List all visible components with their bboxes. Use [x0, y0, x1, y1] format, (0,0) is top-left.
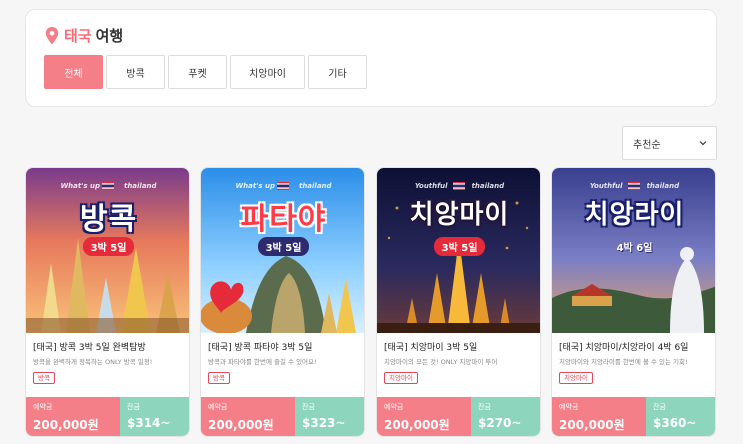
deposit: 예약금 200,000원: [377, 397, 471, 436]
tab-bangkok[interactable]: 방콕: [106, 55, 165, 89]
region-tag: 치앙마이: [384, 372, 418, 384]
product-desc: 치앙마이의 모든 것! ONLY 치앙마이 투어: [384, 358, 498, 366]
product-name[interactable]: [태국] 방콕 3박 5일 완벽탐방: [33, 340, 146, 353]
country-name: 태국: [64, 27, 92, 45]
product-name[interactable]: [태국] 치앙마이 3박 5일: [384, 340, 477, 353]
thailand-flag-icon: [453, 182, 465, 190]
thumb-title: 방콕: [79, 202, 138, 237]
thumb-duration-badge: 3박 5일: [377, 236, 540, 256]
thailand-flag-icon: [628, 182, 640, 190]
product-thumbnail[interactable]: What's up thailand 방콕 3박 5일: [26, 168, 189, 333]
product-thumbnail[interactable]: Youthful thailand 치앙라이 4박 6일: [552, 168, 715, 333]
region-tag: 방콕: [208, 372, 230, 384]
map-pin-icon: [45, 26, 59, 44]
product-card[interactable]: What's up thailand 방콕 3박 5일 [태국] 방콕 3박 5일…: [25, 167, 190, 437]
sort-selected: 추천순: [633, 139, 661, 151]
product-card[interactable]: What's up thailand 파타야 3박 5일 [태국] 방콕 파타야 …: [200, 167, 365, 437]
deposit: 예약금 200,000원: [552, 397, 646, 436]
price-box: 예약금 200,000원 잔금 $360~: [552, 397, 715, 436]
page-title: 태국 여행: [45, 25, 123, 46]
price-box: 예약금 200,000원 잔금 $323~: [201, 397, 364, 436]
tab-phuket[interactable]: 푸켓: [168, 55, 227, 89]
region-filter-panel: 태국 여행 전체 방콕 푸켓 치앙마이 기타: [25, 9, 717, 107]
product-name[interactable]: [태국] 치앙마이/치앙라이 4박 6일: [559, 340, 688, 353]
thumb-title: 치앙라이: [584, 200, 685, 230]
region-tag: 방콕: [33, 372, 55, 384]
sort-dropdown[interactable]: 추천순: [622, 126, 717, 160]
price-box: 예약금 200,000원 잔금 $314~: [26, 397, 189, 436]
deposit: 예약금 200,000원: [201, 397, 295, 436]
balance: 잔금 $270~: [471, 397, 540, 436]
product-desc: 치앙마이와 치앙라이를 한번에 볼 수 있는 기회!: [559, 358, 688, 366]
balance: 잔금 $323~: [295, 397, 364, 436]
tab-all[interactable]: 전체: [44, 55, 103, 89]
tab-chiangmai[interactable]: 치앙마이: [230, 55, 305, 89]
product-thumbnail[interactable]: What's up thailand 파타야 3박 5일: [201, 168, 364, 333]
thumb-duration-badge: 3박 5일: [26, 236, 189, 256]
thailand-flag-icon: [277, 182, 289, 190]
region-tag: 치앙마이: [559, 372, 593, 384]
thailand-flag-icon: [102, 182, 114, 190]
thumb-title: 파타야: [240, 202, 327, 237]
thumb-title: 치앙마이: [409, 200, 510, 230]
thumb-duration-badge: 4박 6일: [616, 243, 653, 254]
product-desc: 방콕과 파타야를 한번에 즐길 수 있어요!: [208, 358, 317, 366]
price-box: 예약금 200,000원 잔금 $270~: [377, 397, 540, 436]
chevron-down-icon: [699, 141, 707, 146]
product-desc: 방콕을 완벽하게 정복하는 ONLY 방콕 일정!: [33, 358, 153, 366]
product-thumbnail[interactable]: Youthful thailand 치앙마이 3박 5일: [377, 168, 540, 333]
deposit: 예약금 200,000원: [26, 397, 120, 436]
region-tabs: 전체 방콕 푸켓 치앙마이 기타: [44, 55, 370, 89]
product-name[interactable]: [태국] 방콕 파타야 3박 5일: [208, 340, 312, 353]
title-suffix: 여행: [95, 27, 124, 45]
balance: 잔금 $360~: [646, 397, 715, 436]
balance: 잔금 $314~: [120, 397, 189, 436]
product-card[interactable]: Youthful thailand 치앙라이 4박 6일 [태국] 치앙마이/치앙…: [551, 167, 716, 437]
product-card[interactable]: Youthful thailand 치앙마이 3박 5일 [태국] 치앙마이 3박…: [376, 167, 541, 437]
thumb-duration-badge: 3박 5일: [201, 236, 364, 256]
tab-etc[interactable]: 기타: [308, 55, 367, 89]
